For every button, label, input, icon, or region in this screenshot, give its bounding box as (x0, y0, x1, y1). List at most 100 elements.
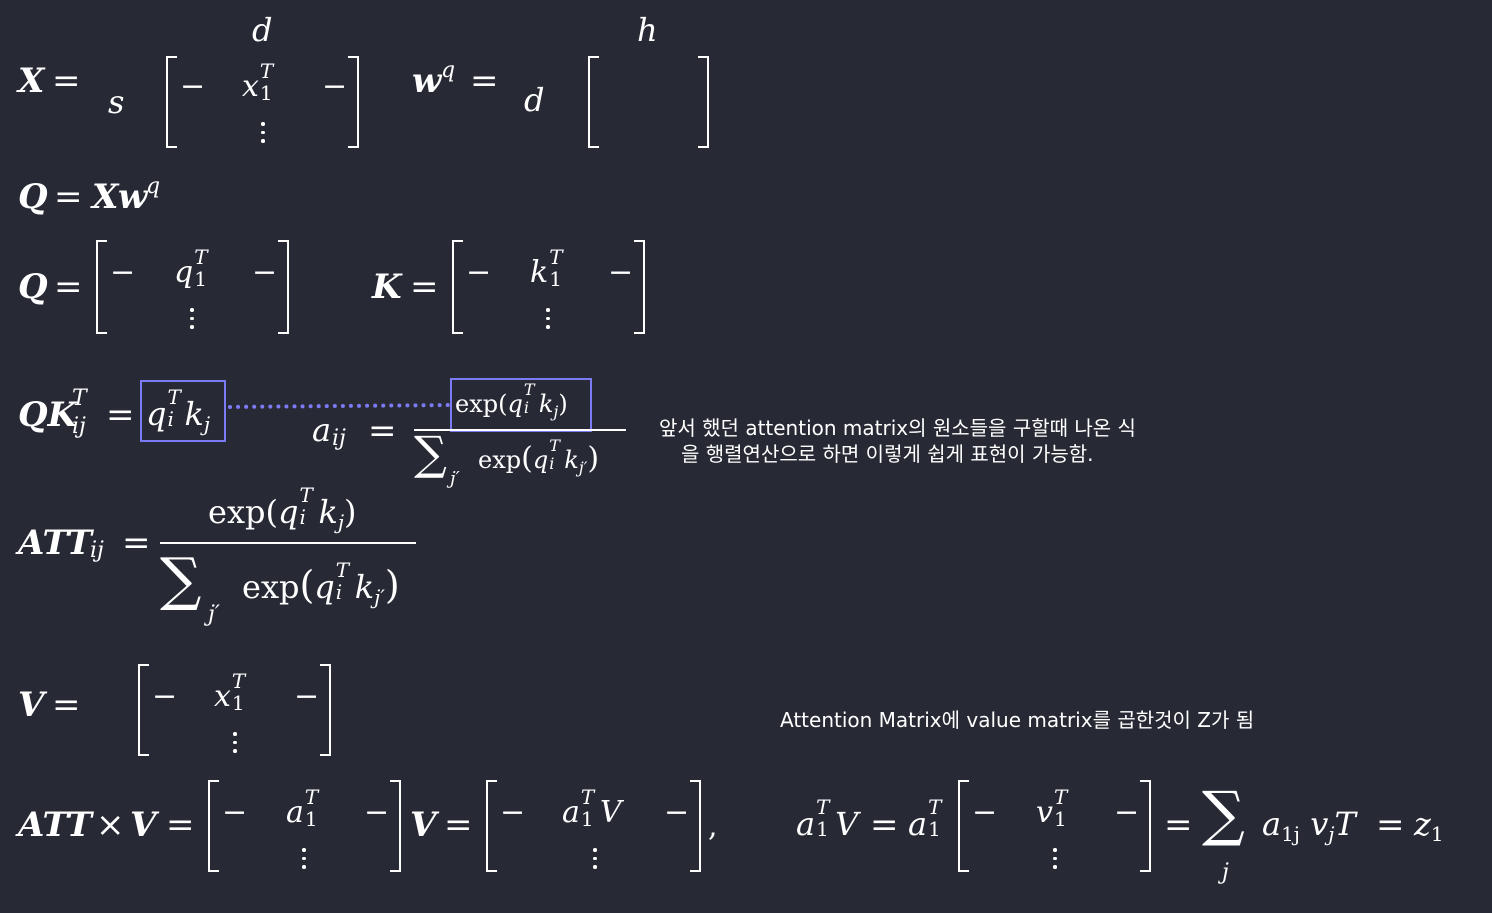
subscript-i: i (167, 407, 174, 431)
fraction-bar (160, 542, 416, 544)
transpose-T: T (72, 386, 87, 411)
paren: ( (265, 493, 278, 531)
row-dash: − (364, 795, 390, 830)
k-symbol: k (538, 390, 554, 418)
vertical-ellipsis (233, 732, 237, 758)
subscript-i: i (523, 398, 529, 417)
vertical-ellipsis (1053, 848, 1057, 874)
qiT-kj-term: q Ti kj (146, 387, 211, 436)
row-dash: − (252, 255, 278, 290)
right-bracket (348, 56, 359, 148)
equals-sign: = (410, 267, 439, 307)
dim-d-label: d (252, 11, 273, 49)
w-symbol: w (118, 177, 148, 217)
q-symbol: q (277, 493, 299, 531)
vertical-ellipsis (593, 848, 597, 874)
transpose-T: T (549, 436, 560, 455)
times-sign: × (96, 805, 125, 845)
superscript-q: q (441, 58, 456, 83)
numerator-exp: exp(q Ti kj) (208, 485, 357, 532)
ATT-symbol: ATT (18, 805, 92, 845)
transpose-T: T (231, 669, 246, 693)
left-bracket (452, 240, 463, 334)
k-symbol: k (318, 493, 338, 531)
equals-sign: = (470, 61, 499, 101)
X-symbol: X (18, 61, 45, 101)
row-dash: − (664, 795, 690, 830)
subscript-1: 1 (1053, 807, 1067, 831)
subscript-ij: ij (90, 538, 104, 563)
k-symbol: k (354, 568, 375, 606)
a-symbol: a (796, 805, 816, 843)
q-symbol: q (146, 395, 167, 433)
paren: ) (587, 441, 600, 476)
x1T-entry: xT1 (242, 61, 273, 104)
equals-sign: = (1164, 805, 1193, 845)
k-symbol: k (184, 395, 204, 433)
comma: , (708, 809, 718, 844)
right-bracket (320, 664, 331, 756)
equals-sign: = (52, 685, 81, 725)
subscript-1: 1 (549, 267, 562, 291)
K-symbol: K (372, 267, 402, 307)
transpose-T: T (580, 785, 595, 809)
subscript-i: i (335, 580, 343, 604)
v-symbol: v (1310, 805, 1329, 843)
equals-sign: = (166, 805, 195, 845)
subscript-j: j (203, 412, 211, 436)
v-symbol: v (1036, 795, 1053, 830)
subscript-i: i (549, 454, 555, 473)
Q-symbol: Q (18, 177, 48, 217)
V-symbol: V (835, 805, 859, 843)
left-bracket (588, 56, 599, 148)
right-bracket (634, 240, 645, 334)
transpose-T: T (928, 795, 942, 819)
dim-s-label: s (108, 83, 125, 121)
row-dash: − (152, 679, 178, 714)
subscript-1: 1 (259, 81, 273, 105)
V-symbol: V (410, 805, 437, 845)
q-symbol: q (314, 568, 335, 606)
equals-sign: = (122, 523, 151, 563)
x-symbol: x (242, 69, 259, 104)
sum-index: j′ (208, 602, 220, 627)
q1T-entry: qT1 (174, 247, 208, 289)
exp-fn: exp (455, 390, 499, 418)
equals-sign: = (52, 61, 81, 101)
transpose-T: T (194, 245, 208, 269)
paren: ) (384, 563, 400, 607)
paren: ( (521, 441, 533, 476)
subscript-1: 1 (580, 807, 594, 831)
sum-index: j (1222, 860, 1229, 885)
a1T-V-entry: aT1V (562, 787, 622, 831)
k-symbol: k (530, 255, 549, 290)
math-canvas: X = s d − xT1 − w q = d h Q = X w q Q = … (0, 0, 1492, 913)
q-symbol: q (532, 446, 549, 474)
exp-fn: exp (208, 493, 266, 531)
z-symbol: z (1414, 805, 1431, 843)
sum-sign: ∑ (414, 426, 447, 480)
transpose-T: T (304, 785, 319, 809)
equals-sign: = (444, 805, 473, 845)
subscript-1: 1 (816, 817, 829, 841)
transpose-T: T (259, 59, 274, 83)
subscript-jprime: j′ (374, 585, 385, 609)
row-dash: − (180, 69, 206, 104)
x-symbol: x (214, 679, 231, 714)
denominator-exp: exp(q Ti kj′) (478, 438, 600, 476)
transpose-T: T (167, 385, 181, 409)
right-bracket (690, 780, 701, 872)
k1T-entry: kT1 (530, 247, 563, 290)
left-bracket (486, 780, 497, 872)
x1T-entry: xT1 (214, 671, 245, 714)
subscript-1: 1 (194, 267, 207, 291)
left-bracket (958, 780, 969, 872)
Q-symbol: Q (18, 267, 48, 307)
sum-sign: ∑ (1202, 779, 1245, 849)
row-dash: − (110, 255, 136, 290)
a1T-entry: aT1 (286, 787, 318, 830)
left-bracket (96, 240, 107, 334)
attention-note-line2: 을 행렬연산으로 하면 이렇게 쉽게 표현이 가능함. (681, 441, 1094, 466)
a-symbol: a (286, 795, 304, 830)
transpose-T: T (1053, 785, 1068, 809)
